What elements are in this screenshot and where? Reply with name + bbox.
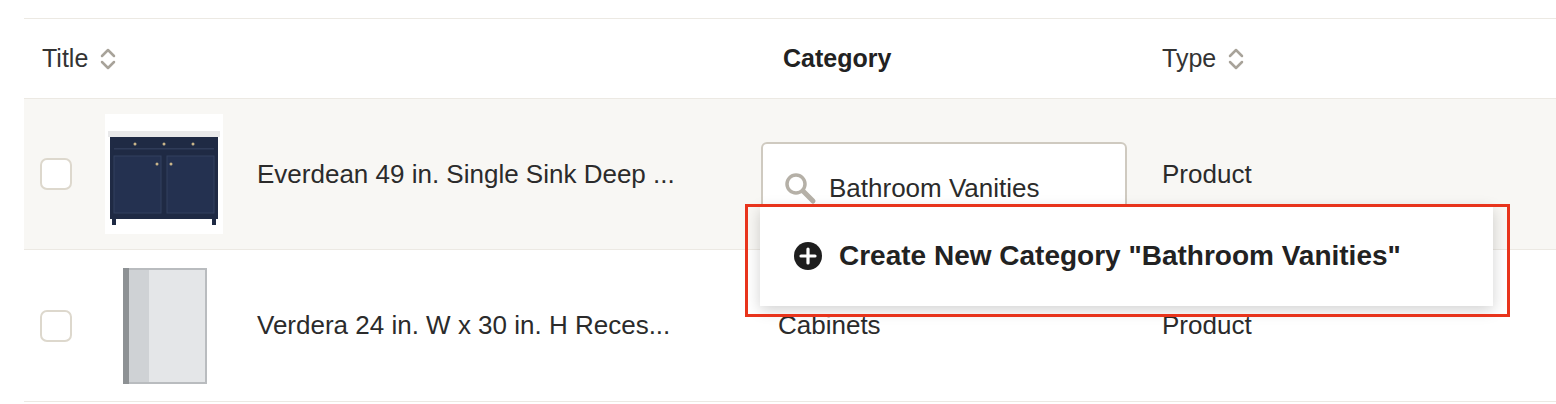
option-label: Create New Category "Bathroom Vanities" <box>839 235 1401 277</box>
category-dropdown: Create New Category "Bathroom Vanities" <box>760 206 1493 306</box>
type-cell: Product <box>1162 306 1556 345</box>
category-cell: Create New Category "Bathroom Vanities" <box>761 142 1162 230</box>
column-header: Category <box>761 40 1162 78</box>
type-label: Product <box>1162 159 1252 189</box>
add-icon <box>793 241 823 271</box>
column-label: Category <box>783 40 891 78</box>
vanity-thumbnail <box>105 114 223 234</box>
search-icon <box>783 171 817 205</box>
title-cell: Everdean 49 in. Single Sink Deep ... <box>40 114 761 234</box>
row-checkbox[interactable] <box>40 158 72 190</box>
type-label: Product <box>1162 310 1252 340</box>
column-label: Type <box>1162 40 1216 78</box>
table-header: Title Category Type <box>24 19 1556 99</box>
table-row[interactable]: Everdean 49 in. Single Sink Deep ... Crea… <box>24 99 1556 250</box>
sort-icon <box>98 45 118 73</box>
column-header[interactable]: Type <box>1162 40 1556 78</box>
row-checkbox[interactable] <box>40 310 72 342</box>
category-label: Cabinets <box>778 310 881 340</box>
category-input[interactable] <box>829 171 1125 205</box>
column-header[interactable]: Title <box>40 40 761 78</box>
product-title[interactable]: Everdean 49 in. Single Sink Deep ... <box>257 155 675 194</box>
create-category-option[interactable]: Create New Category "Bathroom Vanities" <box>793 235 1401 277</box>
type-cell: Product <box>1162 155 1556 194</box>
title-cell: Verdera 24 in. W x 30 in. H Reces... <box>40 266 761 386</box>
sort-icon <box>1226 45 1246 73</box>
product-title[interactable]: Verdera 24 in. W x 30 in. H Reces... <box>257 306 670 345</box>
mirror-thumbnail <box>105 266 223 386</box>
column-label: Title <box>42 40 88 78</box>
category-cell[interactable]: Cabinets <box>761 306 1162 345</box>
